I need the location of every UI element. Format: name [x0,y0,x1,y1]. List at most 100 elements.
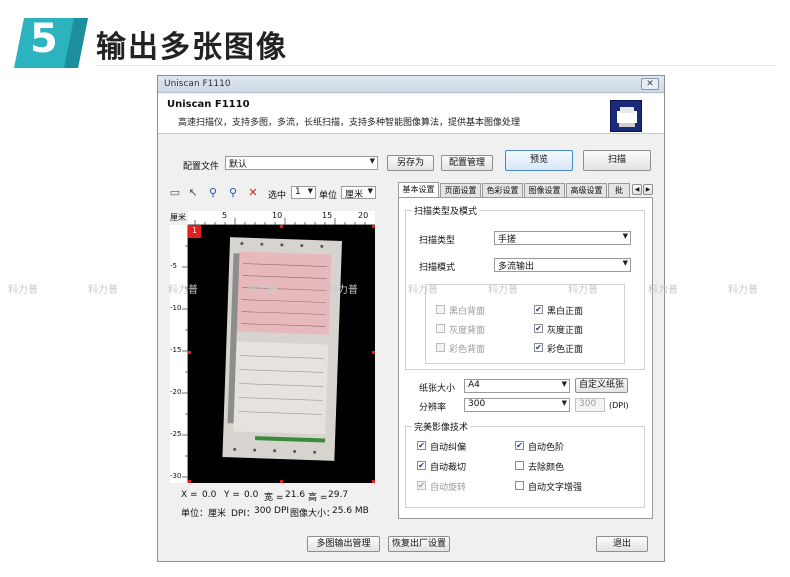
scan-mode-label: 扫描模式 [419,263,456,273]
scan-button[interactable]: 扫描 [583,150,651,171]
checkbox-gray-back[interactable] [436,324,445,333]
checkbox-auto-levels[interactable]: ✔ [515,441,524,450]
vertical-ruler: -5 -10 -15 -20 -25 -30 [170,225,188,483]
custom-paper-button[interactable]: 自定义纸张 [575,378,628,393]
tab-image-settings[interactable]: 图像设置 [524,183,565,197]
status-width-label: 宽 = [264,493,284,503]
chevron-down-icon: ▼ [367,187,373,195]
tab-advanced-settings[interactable]: 高级设置 [566,183,607,197]
status-unit-value: 厘米 [208,509,227,519]
delete-icon[interactable]: ✕ [246,186,260,200]
chevron-down-icon: ▼ [561,380,567,388]
preview-button[interactable]: 预览 [505,150,573,171]
exit-button[interactable]: 退出 [596,536,648,552]
zoom-out-icon[interactable]: ⚲ [226,186,240,200]
checkbox-text-enhance[interactable] [515,481,524,490]
paper-size-select[interactable]: A4 ▼ [464,379,570,393]
label-auto-rotate: 自动旋转 [430,483,467,493]
watermark-strip: 科力普 科力普 科力普 科力普 科力普 科力普 科力普 科力普 科力普 科力普 [0,280,790,296]
ruler-v-tick: -15 [170,346,182,354]
label-text-enhance: 自动文字增强 [528,483,583,493]
config-select[interactable]: 默认 ▼ [225,156,378,170]
pointer-icon[interactable]: ↖ [186,186,200,200]
tab-batch[interactable]: 批 [608,183,630,197]
tab-page-settings[interactable]: 页面设置 [440,183,481,197]
app-description: 高速扫描仪，支持多图，多流，长纸扫描，支持多种智能图像算法，提供基本图像处理 [178,118,521,128]
scan-mode-select[interactable]: 多流输出 ▼ [494,258,631,272]
rectangle-icon[interactable]: ▭ [168,186,182,200]
label-color-back: 彩色背面 [449,345,486,355]
label-color-front: 彩色正面 [547,345,584,355]
resolution-unit: (DPI) [609,401,629,410]
config-manage-button[interactable]: 配置管理 [441,155,493,171]
save-as-button[interactable]: 另存为 [387,155,434,171]
watermark-text: 科力普 [8,285,38,296]
window-titlebar: Uniscan F1110 ✕ [158,76,664,93]
chevron-down-icon: ▼ [561,399,567,407]
ruler-h-tick-10: 10 [272,211,283,220]
basic-settings-panel: 扫描类型及模式 扫描类型 手搓 ▼ 扫描模式 多流输出 ▼ 黑白背面 ✔ 黑白正… [398,197,653,519]
label-gray-back: 灰度背面 [449,326,486,336]
select-dropdown[interactable]: 1 ▼ [291,186,316,199]
label-bw-back: 黑白背面 [449,307,486,317]
restore-defaults-button[interactable]: 恢复出厂设置 [388,536,450,552]
status-y-label: Y = [224,490,240,500]
checkbox-bw-front[interactable]: ✔ [534,305,543,314]
chevron-down-icon: ▼ [622,232,628,240]
close-button[interactable]: ✕ [641,78,659,90]
scanned-document-image [188,225,375,483]
status-dpi-value: 300 DPI [254,506,290,516]
page-number-badge: 1 [188,225,201,238]
watermark-text: 科力普 [168,285,198,296]
checkbox-auto-deskew[interactable]: ✔ [417,441,426,450]
window-title: Uniscan F1110 [164,79,231,89]
ruler-v-tick: -30 [170,472,182,480]
watermark-text: 科力普 [488,285,518,296]
select-value: 1 [295,187,301,197]
zoom-in-icon[interactable]: ⚲ [206,186,220,200]
watermark-text: 科力普 [408,285,438,296]
checkbox-auto-crop[interactable]: ✔ [417,461,426,470]
label-auto-crop: 自动裁切 [430,463,467,473]
checkbox-gray-front[interactable]: ✔ [534,324,543,333]
watermark-text: 科力普 [648,285,678,296]
scan-type-select[interactable]: 手搓 ▼ [494,231,631,245]
checkbox-color-front[interactable]: ✔ [534,343,543,352]
checkbox-remove-color[interactable] [515,461,524,470]
paper-size-value: A4 [468,380,480,390]
tab-basic-settings[interactable]: 基本设置 [398,182,439,197]
ruler-v-tick: -20 [170,388,182,396]
select-label: 选中 [268,191,287,201]
checkbox-bw-back[interactable] [436,305,445,314]
watermark-text: 科力普 [568,285,598,296]
unit-label: 单位 [319,191,338,201]
resolution-input[interactable]: 300 [575,398,605,412]
unit-dropdown[interactable]: 厘米 ▼ [341,186,376,200]
label-bw-front: 黑白正面 [547,307,584,317]
image-enhance-group-title: 完美影像技术 [412,420,471,433]
multi-image-output-button[interactable]: 多图输出管理 [307,536,380,552]
watermark-text: 科力普 [728,285,758,296]
chevron-down-icon: ▼ [622,259,628,267]
paper-size-label: 纸张大小 [419,384,456,394]
resolution-value: 300 [468,399,486,409]
ruler-v-tick: -25 [170,430,182,438]
app-name: Uniscan F1110 [167,99,250,110]
config-label: 配置文件 [183,162,220,172]
status-height-label: 高 = [308,493,328,503]
checkbox-color-back[interactable] [436,343,445,352]
horizontal-ruler: 5 10 15 20 [188,211,375,225]
status-unit-label: 单位： [181,509,209,519]
status-x-value: 0.0 [202,490,217,500]
ruler-h-tick-5: 5 [222,211,228,220]
step-number: 5 [30,16,58,62]
resolution-select[interactable]: 300 ▼ [464,398,570,412]
status-size-value: 25.6 MB [332,506,369,516]
tab-scroll-left-icon[interactable]: ◀ [632,184,642,195]
checkbox-auto-rotate[interactable]: ✔ [417,481,426,490]
tab-scroll-right-icon[interactable]: ▶ [643,184,653,195]
scan-preview-canvas[interactable]: 1 [188,225,375,483]
tab-color-settings[interactable]: 色彩设置 [482,183,523,197]
ruler-h-tick-20: 20 [358,211,369,220]
watermark-text: 科力普 [248,285,278,296]
